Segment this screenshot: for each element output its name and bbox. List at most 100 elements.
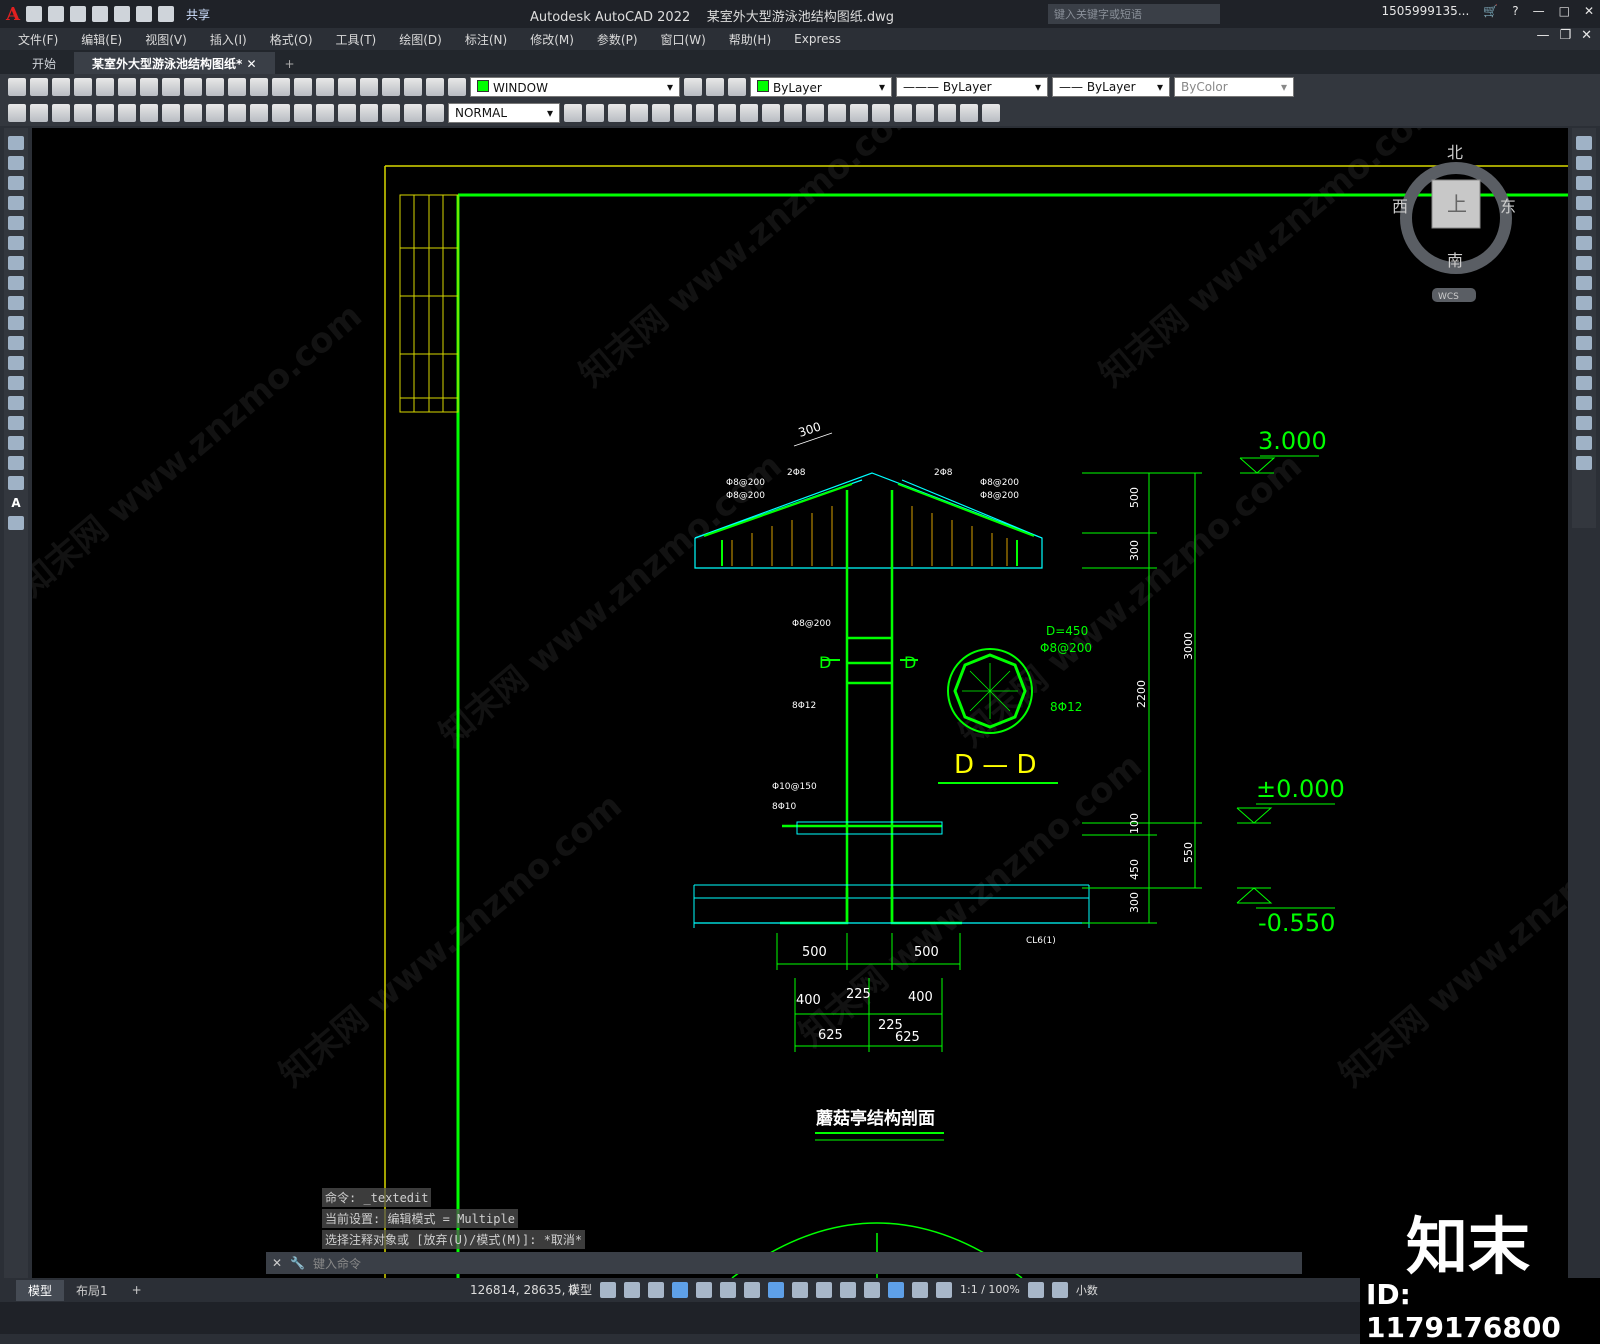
plotstyle-dropdown[interactable]: ByColor ▾	[1174, 77, 1294, 97]
save-icon[interactable]	[69, 6, 86, 22]
design-center-icon[interactable]	[338, 78, 356, 96]
zoom-icon[interactable]	[294, 78, 312, 96]
hatch-icon[interactable]	[8, 416, 24, 430]
spline-icon[interactable]	[8, 296, 24, 310]
text-icon[interactable]: A	[11, 496, 20, 510]
dim-space-icon[interactable]	[250, 104, 268, 122]
search-input[interactable]: 键入关键字或短语	[1048, 4, 1220, 24]
selection-cycling-icon[interactable]	[840, 1281, 857, 1298]
camera-icon[interactable]	[762, 104, 780, 122]
polar-icon[interactable]	[696, 1281, 713, 1298]
linetype-dropdown[interactable]: ——— ByLayer ▾	[896, 77, 1048, 97]
copy-icon[interactable]	[162, 78, 180, 96]
annotation-visibility-icon[interactable]	[888, 1281, 905, 1298]
aligned-dim-icon[interactable]	[30, 104, 48, 122]
autoscale-icon[interactable]	[912, 1281, 929, 1298]
stretch-icon[interactable]	[1576, 296, 1592, 310]
revcloud-icon[interactable]	[8, 276, 24, 290]
close-button[interactable]: ✕	[1584, 4, 1594, 18]
save-icon[interactable]	[52, 78, 70, 96]
save-as-icon[interactable]	[91, 6, 108, 22]
new-icon[interactable]	[8, 78, 26, 96]
bulb-icon[interactable]	[448, 78, 466, 96]
menu-edit[interactable]: 编辑(E)	[81, 31, 122, 48]
tab-layout1[interactable]: 布局1	[64, 1280, 120, 1301]
match-properties-icon[interactable]	[206, 78, 224, 96]
angular-icon[interactable]	[162, 104, 180, 122]
layer-properties-icon[interactable]	[426, 78, 444, 96]
break-icon[interactable]	[1576, 356, 1592, 370]
lineweight-icon[interactable]	[792, 1281, 809, 1298]
region-icon[interactable]	[8, 456, 24, 470]
table-icon[interactable]	[8, 476, 24, 490]
layer-state-icon[interactable]	[706, 78, 724, 96]
render-icon[interactable]	[740, 104, 758, 122]
customize-icon[interactable]: 🔧	[290, 1256, 305, 1270]
array-icon[interactable]	[1576, 216, 1592, 230]
offset-icon[interactable]	[1576, 196, 1592, 210]
menu-format[interactable]: 格式(O)	[270, 31, 313, 48]
polygon-icon[interactable]	[8, 196, 24, 210]
autocad-logo-icon[interactable]: A	[6, 4, 20, 25]
view-top-icon[interactable]	[608, 104, 626, 122]
trim-icon[interactable]	[1576, 316, 1592, 330]
light-icon[interactable]	[784, 104, 802, 122]
layout-icon[interactable]	[960, 104, 978, 122]
color-dropdown[interactable]: ByLayer ▾	[750, 77, 892, 97]
annotation-scale-value[interactable]: 1:1 / 100%	[960, 1283, 1020, 1296]
view-iso-icon[interactable]	[674, 104, 692, 122]
intersect-icon[interactable]	[916, 104, 934, 122]
baseline-icon[interactable]	[206, 104, 224, 122]
ortho-icon[interactable]	[672, 1281, 689, 1298]
view-front-icon[interactable]	[586, 104, 604, 122]
make-block-icon[interactable]	[8, 376, 24, 390]
menu-dimension[interactable]: 标注(N)	[465, 31, 507, 48]
quick-dim-icon[interactable]	[184, 104, 202, 122]
new-file-icon[interactable]	[25, 6, 42, 22]
command-line[interactable]: ✕ 🔧 键入命令	[266, 1252, 1302, 1274]
dim-style-icon[interactable]	[564, 104, 582, 122]
arc-icon[interactable]	[8, 236, 24, 250]
close-tab-icon[interactable]: ✕	[246, 57, 256, 71]
model-space-toggle[interactable]: 模型	[568, 1281, 592, 1298]
transparency-icon[interactable]	[816, 1281, 833, 1298]
extend-icon[interactable]	[1576, 336, 1592, 350]
osnap-icon[interactable]	[768, 1281, 785, 1298]
move-icon[interactable]	[1576, 236, 1592, 250]
orbit-icon[interactable]	[696, 104, 714, 122]
minimize-button[interactable]: —	[1533, 4, 1545, 18]
view-right-icon[interactable]	[652, 104, 670, 122]
linear-dim-icon[interactable]	[8, 104, 26, 122]
annotation-scale-icon[interactable]	[936, 1281, 953, 1298]
menu-file[interactable]: 文件(F)	[18, 31, 58, 48]
properties-icon[interactable]	[316, 78, 334, 96]
paste-icon[interactable]	[184, 78, 202, 96]
ordinate-icon[interactable]	[74, 104, 92, 122]
gradient-icon[interactable]	[8, 436, 24, 450]
lineweight-dropdown[interactable]: —— ByLayer ▾	[1052, 77, 1170, 97]
scale-icon[interactable]	[1576, 276, 1592, 290]
menu-window[interactable]: 窗口(W)	[661, 31, 706, 48]
snap-icon[interactable]	[624, 1281, 641, 1298]
rotate-icon[interactable]	[1576, 256, 1592, 270]
dim-break-icon[interactable]	[272, 104, 290, 122]
mirror-icon[interactable]	[1576, 176, 1592, 190]
share-button[interactable]: 共享	[186, 6, 210, 23]
add-selected-icon[interactable]	[8, 516, 24, 530]
blend-icon[interactable]	[1576, 436, 1592, 450]
doc-minimize-button[interactable]: —	[1536, 28, 1549, 43]
layer-match-icon[interactable]	[728, 78, 746, 96]
maximize-button[interactable]: □	[1559, 4, 1570, 18]
line-icon[interactable]	[8, 136, 24, 150]
union-icon[interactable]	[872, 104, 890, 122]
dim-text-edit-icon[interactable]	[404, 104, 422, 122]
menu-tools[interactable]: 工具(T)	[336, 31, 377, 48]
fillet-icon[interactable]	[1576, 416, 1592, 430]
material-icon[interactable]	[806, 104, 824, 122]
circle-icon[interactable]	[8, 256, 24, 270]
open-icon[interactable]	[30, 78, 48, 96]
dim-edit-icon[interactable]	[382, 104, 400, 122]
extrude-icon[interactable]	[850, 104, 868, 122]
menu-parametric[interactable]: 参数(P)	[597, 31, 638, 48]
chamfer-icon[interactable]	[1576, 396, 1592, 410]
